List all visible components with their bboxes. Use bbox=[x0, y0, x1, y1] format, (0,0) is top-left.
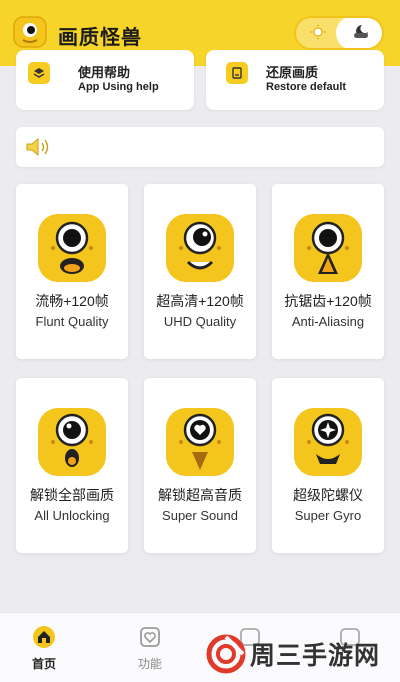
feature-card-super-gyro[interactable]: 超级陀螺仪 Super Gyro bbox=[272, 378, 384, 553]
app-logo-icon bbox=[13, 16, 47, 48]
layers-icon bbox=[28, 62, 50, 84]
feature-title: 解锁超高音质 bbox=[158, 487, 242, 503]
tab-home[interactable]: 首页 bbox=[4, 613, 84, 682]
feature-card-super-sound[interactable]: 解锁超高音质 Super Sound bbox=[144, 378, 256, 553]
toggle-knob bbox=[336, 18, 382, 48]
feature-card-uhd[interactable]: 超高清+120帧 UHD Quality bbox=[144, 184, 256, 359]
help-card[interactable]: 使用帮助 App Using help bbox=[16, 50, 194, 110]
feature-card-all-unlocking[interactable]: 解锁全部画质 All Unlocking bbox=[16, 378, 128, 553]
feature-subtitle: UHD Quality bbox=[163, 314, 237, 329]
help-card-title: 使用帮助 bbox=[78, 65, 131, 80]
watermark-text: 周三手游网 bbox=[250, 642, 381, 670]
feature-subtitle: Flunt Quality bbox=[35, 314, 109, 329]
feature-subtitle: Super Sound bbox=[162, 508, 238, 523]
mascot-smile-icon bbox=[166, 214, 234, 282]
help-card-subtitle: App Using help bbox=[78, 81, 159, 93]
feature-title: 超级陀螺仪 bbox=[293, 487, 363, 503]
notice-bar[interactable] bbox=[16, 127, 384, 167]
tab-features[interactable]: 功能 bbox=[110, 613, 190, 682]
feature-title: 解锁全部画质 bbox=[30, 487, 114, 503]
app-title: 画质怪兽 bbox=[58, 27, 142, 49]
feature-title: 超高清+120帧 bbox=[156, 293, 244, 309]
mascot-triangle-mouth-icon bbox=[294, 214, 362, 282]
home-icon bbox=[33, 626, 55, 648]
restore-card-subtitle: Restore default bbox=[266, 81, 347, 93]
tab-home-label: 首页 bbox=[31, 657, 56, 671]
mascot-surprised-icon bbox=[38, 408, 106, 476]
feature-title: 流畅+120帧 bbox=[35, 293, 109, 309]
mascot-open-mouth-icon bbox=[38, 214, 106, 282]
feature-subtitle: Anti-Aliasing bbox=[291, 314, 365, 329]
theme-toggle[interactable] bbox=[294, 16, 384, 50]
feature-title: 抗锯齿+120帧 bbox=[284, 293, 372, 309]
speaker-icon bbox=[26, 137, 49, 157]
watermark: 周三手游网 bbox=[206, 632, 396, 676]
heart-card-icon bbox=[140, 627, 160, 647]
mascot-star-eye-icon bbox=[294, 408, 362, 476]
watermark-logo-icon bbox=[206, 634, 246, 674]
restore-icon bbox=[226, 62, 248, 84]
restore-card[interactable]: 还原画质 Restore default bbox=[206, 50, 384, 110]
feature-subtitle: Super Gyro bbox=[294, 508, 362, 523]
moon-cloud-icon bbox=[354, 25, 368, 38]
feature-subtitle: All Unlocking bbox=[34, 508, 110, 523]
sun-icon bbox=[310, 24, 326, 40]
mascot-heart-eye-icon bbox=[166, 408, 234, 476]
tab-features-label: 功能 bbox=[137, 657, 162, 671]
feature-card-anti-aliasing[interactable]: 抗锯齿+120帧 Anti-Aliasing bbox=[272, 184, 384, 359]
restore-card-title: 还原画质 bbox=[266, 65, 319, 80]
feature-card-flunt[interactable]: 流畅+120帧 Flunt Quality bbox=[16, 184, 128, 359]
